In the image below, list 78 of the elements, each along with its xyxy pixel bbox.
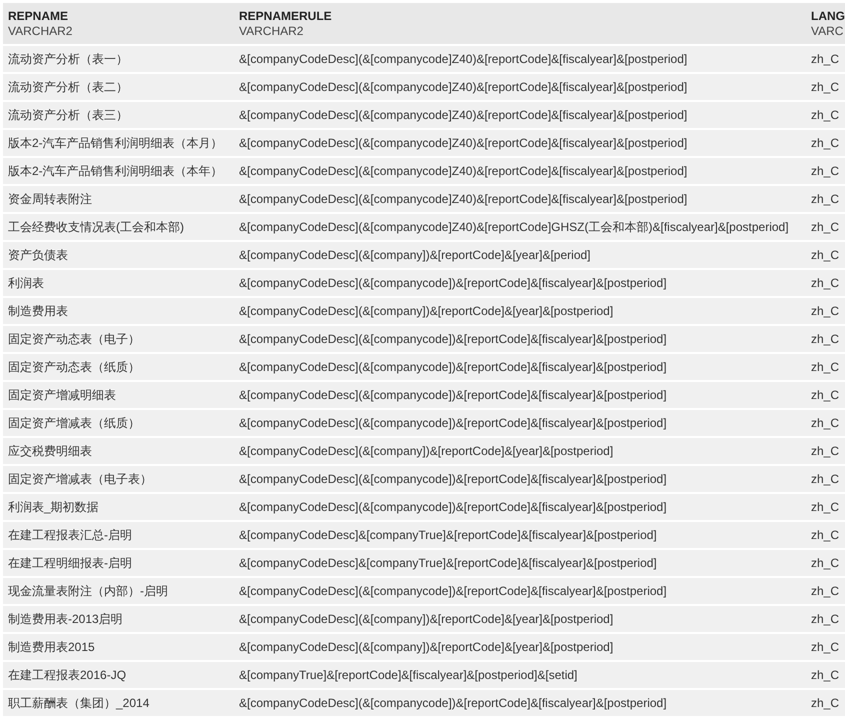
table-cell: &[companyCodeDesc](&[companycode])&[reportCode]&[fiscalyear]&[postperiod]	[239, 472, 667, 486]
table-cell: zh_C	[811, 416, 840, 430]
column-type: VARCHAR2	[8, 24, 74, 39]
table-cell: &[companyCodeDesc](&[companycode]Z40)&[reportCode]&[fiscalyear]&[postperiod]	[239, 136, 688, 150]
table-cell: 利润表	[8, 276, 44, 290]
table-cell: &[companyCodeDesc](&[company])&[reportCode]&[year]&[postperiod]	[239, 612, 614, 626]
table-cell: zh_C	[811, 360, 840, 374]
table-cell: &[companyCodeDesc](&[company])&[reportCode]&[year]&[postperiod]	[239, 640, 614, 654]
table-cell: 在建工程报表2016-JQ	[8, 668, 126, 682]
table-cell: zh_C	[811, 500, 840, 514]
table-cell: 工会经费收支情况表(工会和本部)	[8, 220, 184, 234]
table-cell: zh_C	[811, 444, 840, 458]
table-cell: zh_C	[811, 332, 840, 346]
table-cell: zh_C	[811, 164, 840, 178]
table-cell: zh_C	[811, 584, 840, 598]
table-cell: zh_C	[811, 388, 840, 402]
table-cell: &[companyCodeDesc](&[company])&[reportCode]&[year]&[period]	[239, 248, 590, 262]
table-cell: 资金周转表附注	[8, 192, 92, 206]
table-cell: 固定资产动态表（纸质）	[8, 360, 140, 374]
table-cell: 制造费用表	[8, 304, 68, 318]
table-cell: &[companyCodeDesc](&[companycode])&[reportCode]&[fiscalyear]&[postperiod]	[239, 276, 667, 290]
table-cell: 版本2-汽车产品销售利润明细表（本月）	[8, 136, 223, 150]
table-cell: zh_C	[811, 472, 840, 486]
table-cell: 在建工程报表汇总-启明	[8, 528, 132, 542]
table-cell: 固定资产增减明细表	[8, 388, 116, 402]
table-cell: zh_C	[811, 192, 840, 206]
table-cell: 资产负债表	[8, 248, 68, 262]
table-cell: 职工薪酬表（集团）_2014	[8, 696, 150, 710]
table-cell: 在建工程明细报表-启明	[8, 556, 132, 570]
table-cell: zh_C	[811, 52, 840, 66]
table-cell: &[companyCodeDesc](&[companycode])&[reportCode]&[fiscalyear]&[postperiod]	[239, 332, 667, 346]
column-type: VARC	[811, 24, 844, 39]
table-cell: zh_C	[811, 220, 840, 234]
table-cell: &[companyCodeDesc]&[companyTrue]&[reportCode]&[fiscalyear]&[postperiod]	[239, 528, 657, 542]
table-cell: &[companyCodeDesc](&[companycode]Z40)&[reportCode]&[fiscalyear]&[postperiod]	[239, 164, 688, 178]
table-cell: 固定资产增减表（电子表）	[8, 472, 152, 486]
table-cell: 现金流量表附注（内部）-启明	[8, 584, 168, 598]
column-name: REPNAMERULE	[239, 8, 333, 24]
table-cell: &[companyCodeDesc](&[companycode]Z40)&[reportCode]&[fiscalyear]&[postperiod]	[239, 192, 688, 206]
table-cell: &[companyCodeDesc](&[companycode])&[reportCode]&[fiscalyear]&[postperiod]	[239, 416, 667, 430]
table-cell: &[companyCodeDesc](&[companycode]Z40)&[reportCode]&[fiscalyear]&[postperiod]	[239, 108, 688, 122]
table-cell: 制造费用表2015	[8, 640, 95, 654]
table-cell: 制造费用表-2013启明	[8, 612, 123, 626]
table-cell: 流动资产分析（表二）	[8, 80, 128, 94]
table-cell: zh_C	[811, 640, 840, 654]
table-cell: &[companyCodeDesc](&[companycode]Z40)&[reportCode]&[fiscalyear]&[postperiod]	[239, 80, 688, 94]
column-name: LANG	[811, 8, 845, 24]
table-cell: 固定资产动态表（电子）	[8, 332, 140, 346]
table-cell: &[companyTrue]&[reportCode]&[fiscalyear]&[postperiod]&[setid]	[239, 668, 578, 682]
column-type: VARCHAR2	[239, 24, 304, 39]
table-cell: zh_C	[811, 276, 840, 290]
table-cell: &[companyCodeDesc](&[companycode])&[reportCode]&[fiscalyear]&[postperiod]	[239, 500, 667, 514]
table-cell: zh_C	[811, 108, 840, 122]
table-cell: &[companyCodeDesc](&[company])&[reportCode]&[year]&[postperiod]	[239, 304, 614, 318]
table-cell: zh_C	[811, 136, 840, 150]
table-cell: 固定资产增减表（纸质）	[8, 416, 140, 430]
table-cell: 流动资产分析（表三）	[8, 108, 128, 122]
table-cell: &[companyCodeDesc](&[company])&[reportCode]&[year]&[postperiod]	[239, 444, 614, 458]
table-cell: &[companyCodeDesc](&[companycode])&[reportCode]&[fiscalyear]&[postperiod]	[239, 388, 667, 402]
table-cell: zh_C	[811, 528, 840, 542]
column-name: REPNAME	[8, 8, 70, 24]
table-cell: 流动资产分析（表一）	[8, 52, 128, 66]
table-cell: &[companyCodeDesc](&[companycode]Z40)&[reportCode]&[fiscalyear]&[postperiod]	[239, 52, 688, 66]
table-cell: &[companyCodeDesc](&[companycode])&[reportCode]&[fiscalyear]&[postperiod]	[239, 696, 667, 710]
table-cell: zh_C	[811, 556, 840, 570]
table-cell: 版本2-汽车产品销售利润明细表（本年）	[8, 164, 223, 178]
table-cell: zh_C	[811, 612, 840, 626]
table-cell: zh_C	[811, 248, 840, 262]
table-cell: &[companyCodeDesc]&[companyTrue]&[reportCode]&[fiscalyear]&[postperiod]	[239, 556, 657, 570]
table-cell: zh_C	[811, 80, 840, 94]
table-cell: &[companyCodeDesc](&[companycode])&[reportCode]&[fiscalyear]&[postperiod]	[239, 360, 667, 374]
table-cell: &[companyCodeDesc](&[companycode])&[reportCode]&[fiscalyear]&[postperiod]	[239, 584, 667, 598]
table-cell: zh_C	[811, 304, 840, 318]
table-cell: 利润表_期初数据	[8, 500, 99, 514]
table-cell: 应交税费明细表	[8, 444, 92, 458]
table-cell: &[companyCodeDesc](&[companycode]Z40)&[reportCode]GHSZ(工会和本部)&[fiscalyear]&[postperiod]	[239, 220, 789, 234]
table-cell: zh_C	[811, 696, 840, 710]
table-cell: zh_C	[811, 668, 840, 682]
